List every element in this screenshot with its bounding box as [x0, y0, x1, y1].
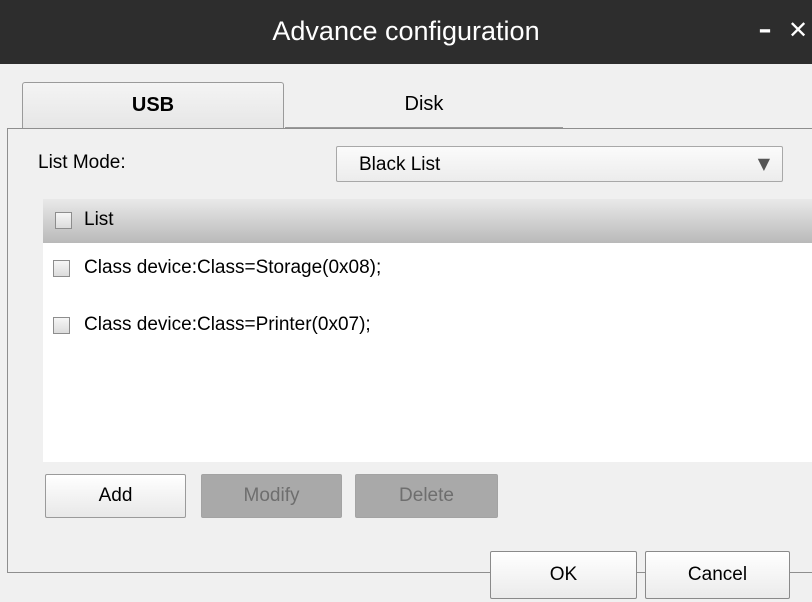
dropdown-arrow-icon[interactable]: ▼ [758, 154, 770, 173]
list-item-checkbox[interactable] [53, 260, 70, 277]
add-button[interactable]: Add [45, 474, 186, 518]
list-item-checkbox[interactable] [53, 317, 70, 334]
minimize-icon[interactable]: – [748, 0, 782, 64]
list-mode-label: List Mode: [38, 152, 126, 173]
list-item-label: Class device:Class=Storage(0x08); [84, 257, 382, 278]
delete-button[interactable]: Delete [355, 474, 498, 518]
window-title: Advance configuration [272, 16, 540, 46]
close-icon[interactable]: ✕ [784, 0, 812, 64]
list-item[interactable]: Class device:Class=Printer(0x07); [43, 306, 812, 348]
list-header-label: List [84, 209, 114, 230]
list-item-label: Class device:Class=Printer(0x07); [84, 314, 371, 335]
device-list: List Class device:Class=Storage(0x08); C… [43, 199, 812, 462]
tab-usb[interactable]: USB [22, 82, 284, 128]
select-all-checkbox[interactable] [55, 212, 72, 229]
title-bar: Advance configuration – ✕ [0, 0, 812, 64]
tab-strip: USB Disk [0, 64, 812, 130]
tab-disk[interactable]: Disk [285, 82, 563, 128]
modify-button[interactable]: Modify [201, 474, 342, 518]
list-item[interactable]: Class device:Class=Storage(0x08); [43, 249, 812, 291]
list-mode-select[interactable]: Black List ▼ [336, 146, 783, 182]
ok-button[interactable]: OK [490, 551, 637, 599]
list-mode-value: Black List [359, 154, 441, 175]
cancel-button[interactable]: Cancel [645, 551, 790, 599]
list-header: List [43, 199, 812, 243]
